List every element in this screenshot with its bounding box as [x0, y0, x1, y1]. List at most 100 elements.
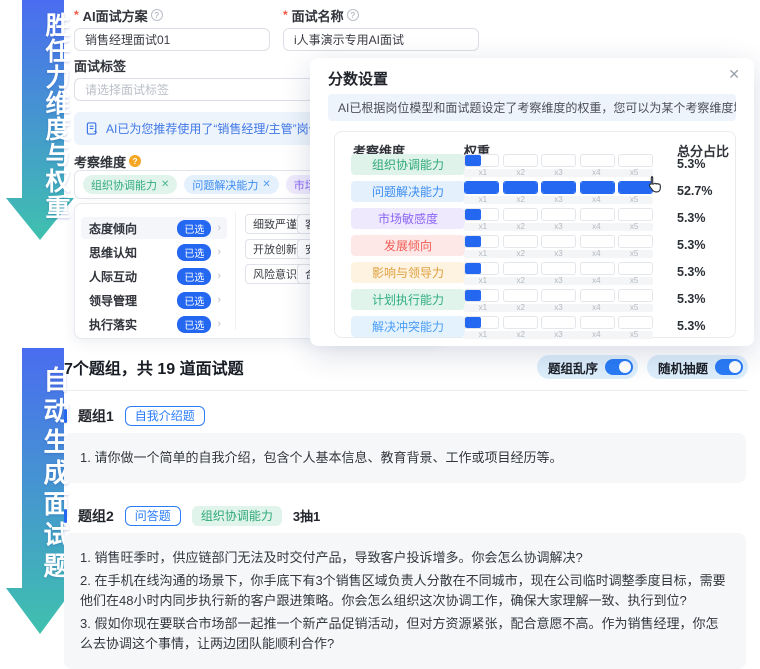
group-title: 题组1 — [78, 407, 114, 424]
weight-tick: x3 — [554, 249, 563, 258]
weight-segment[interactable] — [464, 235, 499, 248]
weight-segment[interactable] — [541, 235, 576, 248]
share-value: 5.3% — [677, 211, 706, 225]
remove-tag-icon[interactable]: ✕ — [161, 179, 169, 190]
weight-segment[interactable] — [464, 181, 499, 194]
weight-segment[interactable] — [618, 208, 653, 221]
weight-segment[interactable] — [541, 154, 576, 167]
close-icon[interactable]: ✕ — [728, 66, 740, 83]
weight-segment[interactable] — [502, 316, 538, 329]
weight-segment[interactable] — [579, 181, 615, 194]
weight-fill — [542, 182, 575, 193]
weight-segment[interactable] — [541, 181, 576, 194]
share-value: 5.3% — [677, 292, 706, 306]
weight-segment[interactable] — [502, 154, 538, 167]
weight-segment[interactable] — [579, 289, 615, 302]
dimension-tag: 问题解决能力 ✕ — [184, 175, 279, 194]
toggle-switch[interactable] — [715, 359, 743, 375]
random-draw-toggle: 随机抽题 — [646, 355, 748, 379]
dimension-tag-label: 问题解决能力 — [192, 179, 259, 192]
group-draw-rule: 3抽1 — [292, 509, 321, 524]
weight-segment[interactable] — [579, 316, 615, 329]
share-value: 5.3% — [677, 238, 706, 252]
weight-segment[interactable] — [502, 208, 538, 221]
selected-badge: 已选 — [177, 219, 212, 237]
weight-tick: x5 — [629, 303, 639, 312]
weight-tick-labels: x1 x2 x3 x4 x5 — [464, 169, 653, 177]
question-summary-bar: 7个题组，共 19 道面试题 题组乱序 随机抽题 — [64, 355, 748, 379]
weight-segment[interactable] — [464, 262, 499, 275]
weight-segment[interactable] — [502, 181, 538, 194]
help-icon[interactable]: ? — [346, 9, 359, 21]
weight-segment[interactable] — [579, 262, 615, 275]
category-name: 领导管理 — [89, 293, 138, 308]
weight-segment[interactable] — [502, 289, 538, 302]
toggle-label: 随机抽题 — [657, 361, 708, 376]
weight-segment[interactable] — [579, 208, 615, 221]
weight-selector — [464, 289, 653, 302]
group-type-chip[interactable]: 问答题 — [124, 505, 181, 526]
weight-segment[interactable] — [579, 154, 615, 167]
question-text: 1. 销售旺季时，供应链部门无法及时交付产品，导致客户投诉增多。你会怎么协调解决… — [80, 550, 583, 565]
chevron-right-icon: › — [217, 246, 221, 258]
trait-chip[interactable]: 细致严谨 — [245, 214, 305, 234]
weight-segment[interactable] — [618, 235, 653, 248]
question-groups: 题组1 自我介绍题 1. 请你做一个简单的自我介绍，包含个人基本信息、教育背景、工作… — [64, 398, 746, 669]
trait-chip[interactable]: 风险意识 — [245, 264, 305, 284]
category-name: 执行落实 — [89, 317, 138, 332]
weight-segment[interactable] — [618, 262, 653, 275]
weight-segment[interactable] — [464, 154, 499, 167]
interview-name-input[interactable]: i人事演示专用AI面试 — [283, 28, 479, 51]
weight-tick: x5 — [629, 195, 639, 204]
weight-tick-labels: x1 x2 x3 x4 x5 — [464, 250, 653, 258]
weight-tick-labels: x1 x2 x3 x4 x5 — [464, 331, 653, 339]
weight-tick: x3 — [554, 303, 563, 312]
dropdown-category[interactable]: 思维认知 已选 › — [81, 241, 227, 263]
weight-segment[interactable] — [464, 289, 499, 302]
weight-tick: x1 — [478, 303, 488, 312]
trait-chip[interactable]: 开放创新 — [245, 239, 305, 259]
weight-segment[interactable] — [502, 262, 538, 275]
question-group-header: 题组2 问答题 组织协调能力 3抽1 — [64, 505, 746, 526]
dimension-section-label: 考察维度 ? — [74, 154, 142, 170]
category-name: 人际互动 — [89, 269, 138, 284]
remove-tag-icon[interactable]: ✕ — [262, 179, 270, 190]
weight-tick: x4 — [592, 276, 601, 285]
dropdown-category[interactable]: 执行落实 已选 › — [81, 313, 227, 335]
toggle-switch[interactable] — [604, 359, 633, 375]
dropdown-category[interactable]: 领导管理 已选 › — [81, 289, 227, 311]
question-group-header: 题组1 自我介绍题 — [64, 405, 746, 426]
weight-tick: x2 — [516, 303, 525, 312]
weight-segment[interactable] — [464, 316, 499, 329]
weight-segment[interactable] — [502, 235, 538, 248]
weight-segment[interactable] — [541, 262, 576, 275]
weight-segment[interactable] — [618, 289, 653, 302]
weight-tick-labels: x1 x2 x3 x4 x5 — [464, 304, 653, 312]
shuffle-groups-toggle: 题组乱序 — [536, 355, 638, 379]
weight-selector — [464, 208, 653, 221]
weight-segment[interactable] — [541, 316, 576, 329]
ai-model-doc-icon — [86, 122, 98, 135]
interview-tag-input[interactable]: 请选择面试标签 — [74, 78, 314, 101]
weight-tick: x2 — [516, 249, 525, 258]
dropdown-category[interactable]: 态度倾向 已选 › — [81, 217, 227, 239]
help-icon[interactable]: ? — [150, 9, 163, 21]
weight-segment[interactable] — [618, 316, 653, 329]
category-name: 思维认知 — [89, 245, 138, 260]
dropdown-category[interactable]: 人际互动 已选 › — [81, 265, 227, 287]
weight-segment[interactable] — [464, 208, 499, 221]
ai-plan-field: * AI面试方案 ? 销售经理面试01 — [74, 8, 270, 51]
group-type-chip[interactable]: 组织协调能力 — [191, 505, 282, 526]
weight-tick: x4 — [592, 249, 601, 258]
group-type-chip[interactable]: 自我介绍题 — [124, 405, 205, 426]
weight-segment[interactable] — [541, 289, 576, 302]
weight-table: 考察维度 权重 总分占比 组织协调能力 x1 x2 x3 x4 x5 5.3% 问题解决能力 x… — [334, 131, 736, 339]
weight-tick: x3 — [554, 330, 563, 339]
weight-tick: x2 — [516, 276, 525, 285]
help-icon-orange[interactable]: ? — [129, 155, 142, 167]
weight-segment[interactable] — [541, 208, 576, 221]
question-text: 1. 请你做一个简单的自我介绍，包含个人基本信息、教育背景、工作或项目经历等。 — [80, 450, 563, 465]
weight-segment[interactable] — [579, 235, 615, 248]
weight-segment[interactable] — [618, 154, 653, 167]
ai-plan-input[interactable]: 销售经理面试01 — [74, 28, 270, 51]
